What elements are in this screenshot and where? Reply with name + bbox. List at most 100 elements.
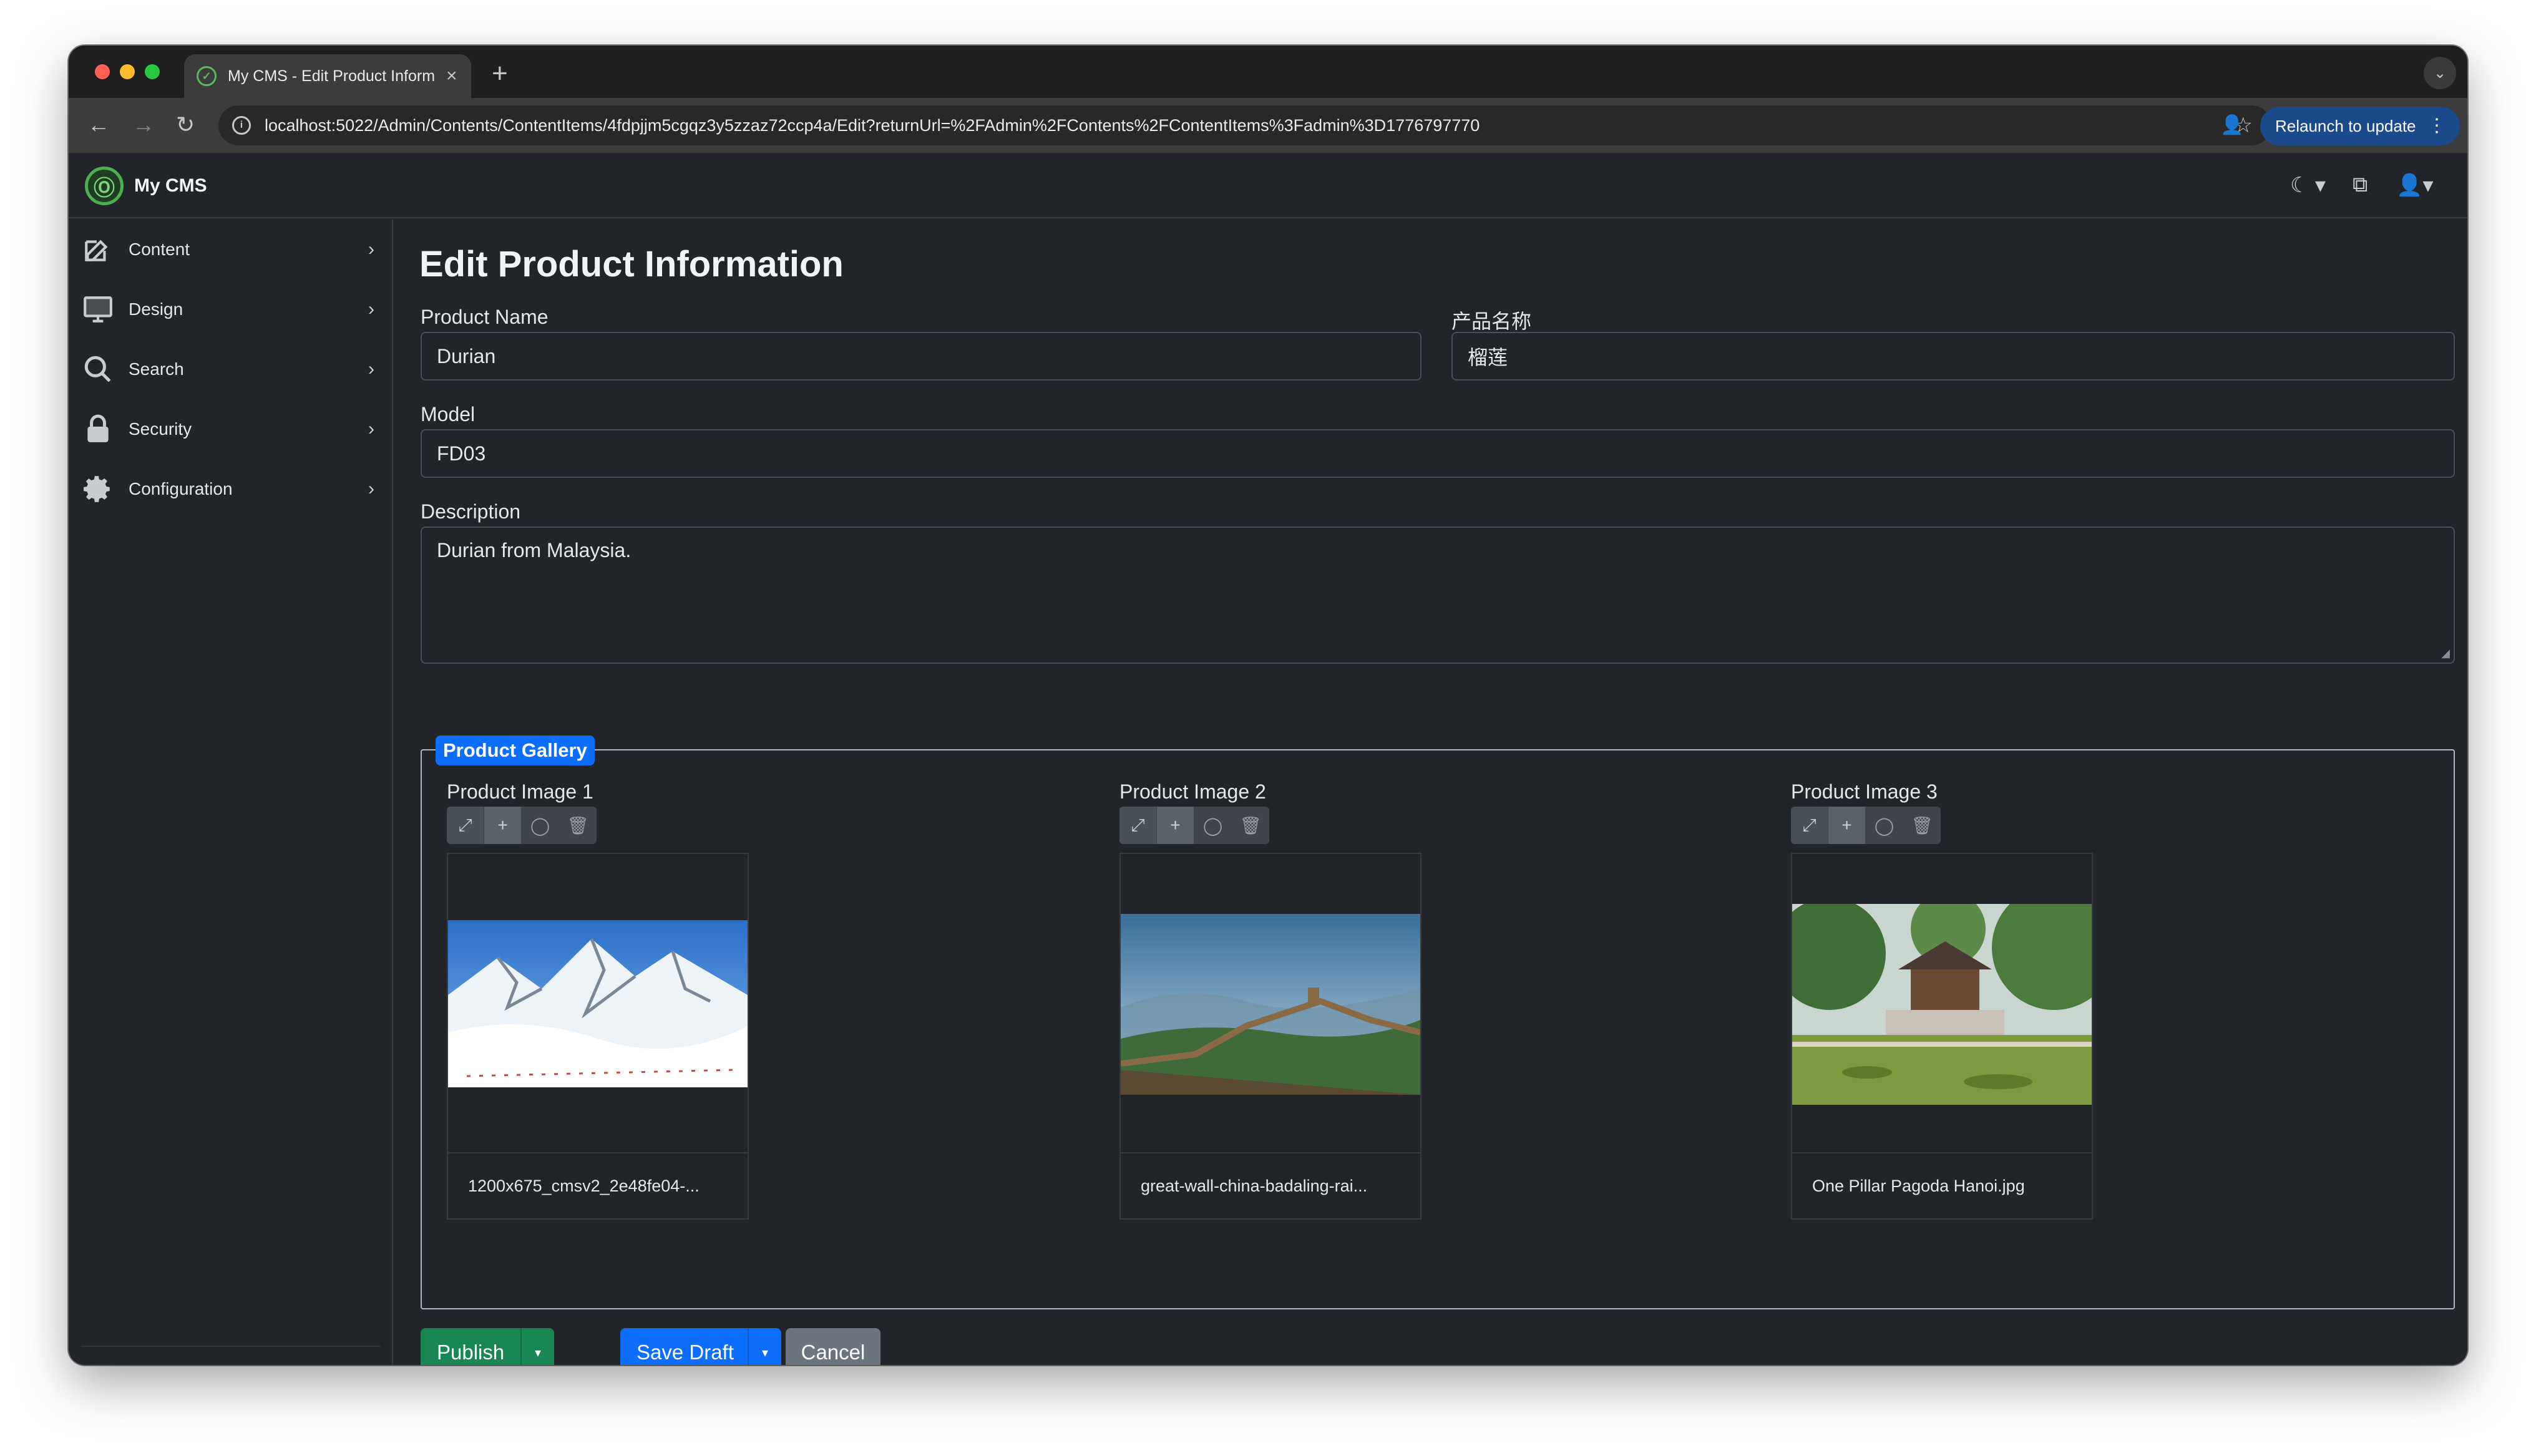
media-filename: great-wall-china-badaling-rai... <box>1121 1152 1420 1218</box>
media-filename: One Pillar Pagoda Hanoi.jpg <box>1792 1152 2092 1218</box>
address-bar[interactable]: i localhost:5022/Admin/Contents/ContentI… <box>218 105 2271 145</box>
browser-menu-icon[interactable]: ⋮ <box>2427 115 2446 137</box>
media-text-icon[interactable]: ◯ <box>1866 807 1903 844</box>
url-text[interactable]: localhost:5022/Admin/Contents/ContentIte… <box>265 116 1480 135</box>
sidebar-item-search[interactable]: Search › <box>69 339 393 399</box>
image-toolbar: ⤢ + ◯ 🗑 <box>447 807 597 844</box>
edit-icon <box>85 240 108 261</box>
sidebar-item-label: Configuration <box>129 479 233 498</box>
delete-media-icon[interactable]: 🗑 <box>1232 807 1269 844</box>
back-button[interactable]: ← <box>87 112 110 138</box>
sidebar-item-label: Content <box>129 240 190 259</box>
model-label: Model <box>421 403 476 425</box>
model-input[interactable]: FD03 <box>421 429 2455 478</box>
sidebar-item-security[interactable]: Security › <box>69 399 393 459</box>
media-card[interactable]: 1200x675_cmsv2_2e48fe04-... <box>447 853 749 1220</box>
chevron-right-icon: › <box>368 359 374 379</box>
media-filename: 1200x675_cmsv2_2e48fe04-... <box>448 1152 748 1218</box>
site-info-icon[interactable]: i <box>232 116 251 135</box>
relaunch-label: Relaunch to update <box>2275 116 2416 135</box>
maximize-window-button[interactable] <box>145 64 160 79</box>
app-logo[interactable]: Ⓞ <box>85 167 124 205</box>
sidebar-divider <box>81 1346 381 1347</box>
chevron-right-icon: › <box>368 299 374 319</box>
add-media-icon[interactable]: + <box>484 807 522 844</box>
monitor-icon <box>84 296 112 323</box>
app-header: Ⓞ My CMS ☾ ▾ ⧉ 👤▾ <box>69 154 2467 218</box>
save-draft-dropdown-icon[interactable]: ▾ <box>748 1328 781 1365</box>
delete-media-icon[interactable]: 🗑 <box>559 807 597 844</box>
description-textarea[interactable]: Durian from Malaysia. ◢ <box>421 527 2455 664</box>
product-name-cn-label: 产品名称 <box>1451 310 1532 332</box>
profile-icon[interactable]: 👤 <box>2218 110 2246 139</box>
add-media-icon[interactable]: + <box>1157 807 1194 844</box>
relaunch-button[interactable]: Relaunch to update ⋮ <box>2260 107 2460 145</box>
sidebar-item-label: Security <box>129 419 192 439</box>
product-name-input[interactable]: Durian <box>421 332 1422 381</box>
product-image-3: Product Image 3 ⤢ + ◯ 🗑 One Pillar Pagod… <box>1791 780 2165 1255</box>
product-image-2: Product Image 2 ⤢ + ◯ 🗑 great-wall-china… <box>1119 780 1494 1255</box>
resize-handle-icon[interactable]: ◢ <box>2441 647 2450 660</box>
mountain-snow-thumbnail <box>448 920 748 1087</box>
chevron-right-icon: › <box>368 239 374 260</box>
media-card[interactable]: One Pillar Pagoda Hanoi.jpg <box>1791 853 2093 1220</box>
product-gallery-fieldset: Product Gallery Product Image 1 ⤢ + ◯ 🗑 <box>421 735 2455 1309</box>
tab-bar: ✓ My CMS - Edit Product Inform × + ⌄ <box>69 46 2467 98</box>
cancel-button[interactable]: Cancel <box>786 1328 880 1365</box>
product-image-1: Product Image 1 ⤢ + ◯ 🗑 1200x675_cmsv2_2… <box>447 780 821 1255</box>
minimize-window-button[interactable] <box>120 64 135 79</box>
forward-button[interactable]: → <box>132 112 155 138</box>
user-menu-icon[interactable]: 👤▾ <box>2396 173 2433 198</box>
tab-search-button[interactable]: ⌄ <box>2424 57 2456 89</box>
tab-title: My CMS - Edit Product Inform <box>228 67 436 85</box>
image-toolbar: ⤢ + ◯ 🗑 <box>1119 807 1269 844</box>
gear-icon <box>84 476 110 502</box>
save-draft-button[interactable]: Save Draft ▾ <box>620 1328 781 1365</box>
theme-toggle-icon[interactable]: ☾ ▾ <box>2290 173 2326 198</box>
delete-media-icon[interactable]: 🗑 <box>1903 807 1941 844</box>
tab-close-button[interactable]: × <box>446 66 457 87</box>
sidebar-item-design[interactable]: Design › <box>69 279 393 339</box>
search-icon <box>84 356 111 382</box>
page-title: Edit Product Information <box>419 244 844 284</box>
main-content: Edit Product Information Product Name Du… <box>394 220 2467 1365</box>
media-text-icon[interactable]: ◯ <box>522 807 559 844</box>
pagoda-thumbnail <box>1792 904 2092 1105</box>
publish-button[interactable]: Publish ▾ <box>421 1328 554 1365</box>
media-text-icon[interactable]: ◯ <box>1194 807 1232 844</box>
reload-button[interactable]: ↻ <box>176 112 195 138</box>
product-image-label: Product Image 1 <box>447 780 593 803</box>
sidebar: Content › Design › Search › Security › C… <box>69 220 393 1365</box>
favicon-icon: ✓ <box>197 66 217 86</box>
sidebar-item-label: Design <box>129 299 183 319</box>
save-draft-label: Save Draft <box>636 1341 734 1364</box>
product-gallery-legend: Product Gallery <box>436 735 595 765</box>
new-tab-button[interactable]: + <box>492 58 508 89</box>
product-name-cn-input[interactable]: 榴莲 <box>1451 332 2455 381</box>
product-image-label: Product Image 2 <box>1119 780 1266 803</box>
publish-label: Publish <box>437 1341 505 1364</box>
add-media-icon[interactable]: + <box>1828 807 1866 844</box>
product-image-label: Product Image 3 <box>1791 780 1938 803</box>
publish-dropdown-icon[interactable]: ▾ <box>520 1328 554 1365</box>
sidebar-item-label: Search <box>129 359 184 379</box>
collapse-sidebar-icon[interactable]: « <box>346 1357 363 1365</box>
product-name-label: Product Name <box>421 306 549 328</box>
media-picker-icon[interactable]: ⤢ <box>1791 807 1828 844</box>
media-picker-icon[interactable]: ⤢ <box>447 807 484 844</box>
lock-icon <box>87 414 109 442</box>
sidebar-item-content[interactable]: Content › <box>69 220 393 279</box>
browser-tab[interactable]: ✓ My CMS - Edit Product Inform × <box>184 54 471 98</box>
media-picker-icon[interactable]: ⤢ <box>1119 807 1157 844</box>
visit-site-icon[interactable]: ⧉ <box>2353 173 2368 197</box>
sidebar-item-configuration[interactable]: Configuration › <box>69 459 393 519</box>
great-wall-thumbnail <box>1121 914 1420 1095</box>
image-toolbar: ⤢ + ◯ 🗑 <box>1791 807 1941 844</box>
browser-toolbar: ← → ↻ i localhost:5022/Admin/Contents/Co… <box>69 98 2467 154</box>
media-card[interactable]: great-wall-china-badaling-rai... <box>1119 853 1422 1220</box>
browser-window: ✓ My CMS - Edit Product Inform × + ⌄ ← →… <box>69 46 2467 1365</box>
chevron-right-icon: › <box>368 478 374 499</box>
chevron-right-icon: › <box>368 419 374 439</box>
close-window-button[interactable] <box>95 64 110 79</box>
brand-name[interactable]: My CMS <box>134 175 207 197</box>
